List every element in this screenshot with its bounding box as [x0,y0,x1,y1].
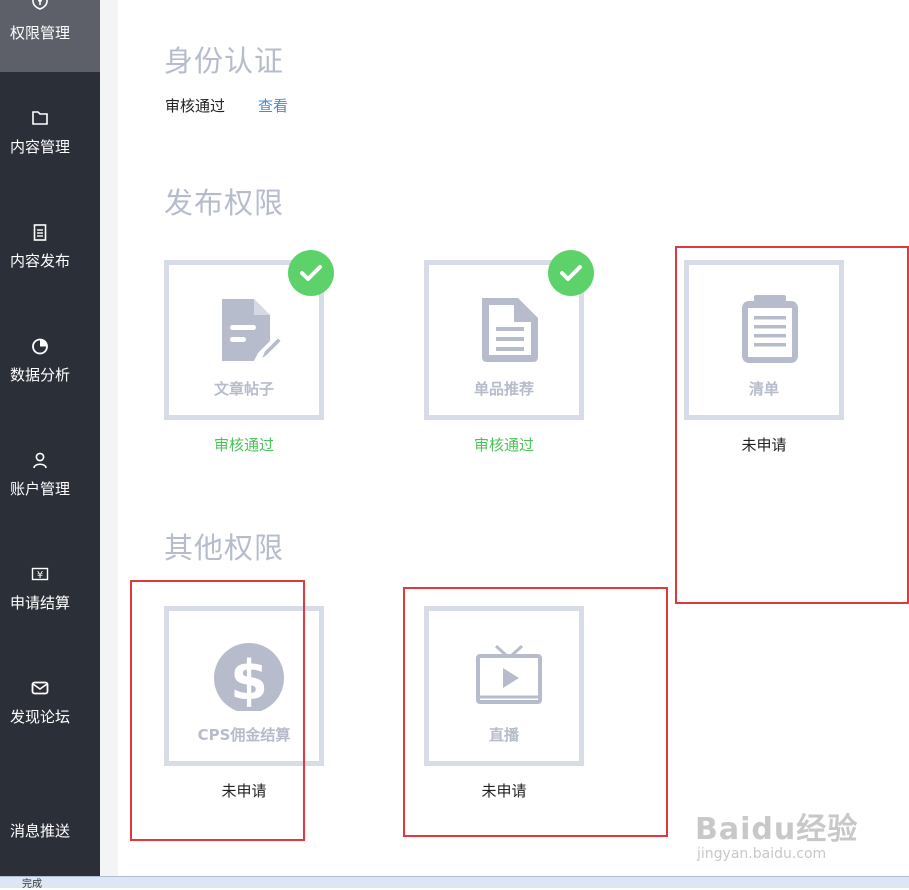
watermark-text: Baidu经验 [695,812,859,847]
sidebar-item-label: 内容发布 [9,252,70,270]
approved-check-icon [548,250,594,296]
identity-view-link[interactable]: 查看 [258,95,288,116]
sidebar-item-analytics[interactable]: 数据分析 [0,334,100,408]
identity-section-title: 身份认证 [164,44,285,78]
approved-check-icon [288,250,334,296]
sidebar-item-forum[interactable]: 发现论坛 [0,676,100,750]
yen-ticket-icon: ¥ [31,567,49,581]
sidebar-item-content-manage[interactable]: 内容管理 [0,106,100,180]
baidu-watermark: Baidu经验 jingyan.baidu.com [695,790,865,870]
sidebar-item-label: 发现论坛 [9,708,70,726]
other-section-title: 其他权限 [164,531,285,565]
clipboard-icon [33,224,47,241]
user-icon [33,452,47,469]
shield-key-icon [32,0,48,10]
sidebar-item-label: 数据分析 [9,366,70,384]
document-edit-icon [222,299,284,364]
highlight-box-live [403,587,668,837]
sidebar-item-settlement[interactable]: ¥ 申请结算 [0,562,100,636]
document-lines-icon [482,298,538,362]
sidebar-item-messages[interactable]: 消息推送 [0,790,100,864]
publish-section-title: 发布权限 [164,186,285,220]
sidebar-item-permissions[interactable]: 权限管理 [0,0,109,72]
highlight-box-list [675,246,909,604]
product-recommend-status: 审核通过 [473,436,534,454]
watermark-url: jingyan.baidu.com [697,846,827,862]
article-post-status: 审核通过 [213,436,274,454]
sidebar-item-account[interactable]: 账户管理 [0,448,100,522]
sidebar-item-label: 内容管理 [9,138,70,156]
envelope-icon [31,681,49,695]
sidebar: 权限管理 内容管理 内容发布 数据分析 账户管理 ¥ 申请结算 发现论坛 消息推… [0,0,109,876]
pie-chart-icon [32,338,48,355]
sidebar-item-content-publish[interactable]: 内容发布 [0,220,100,294]
identity-status: 审核通过 [165,97,226,115]
sidebar-item-label: 账户管理 [9,480,70,498]
status-bar-text: 完成 [22,879,42,890]
sidebar-item-label: 消息推送 [9,822,70,840]
highlight-box-cps [130,580,305,841]
card-label: 文章帖子 [213,380,274,398]
sidebar-item-label: 权限管理 [9,24,70,42]
sidebar-item-label: 申请结算 [9,594,70,612]
svg-text:¥: ¥ [37,570,43,581]
card-label: 单品推荐 [473,380,534,398]
content-gutter [100,0,118,876]
status-bar: 完成 [0,876,909,890]
folder-icon [32,111,48,125]
